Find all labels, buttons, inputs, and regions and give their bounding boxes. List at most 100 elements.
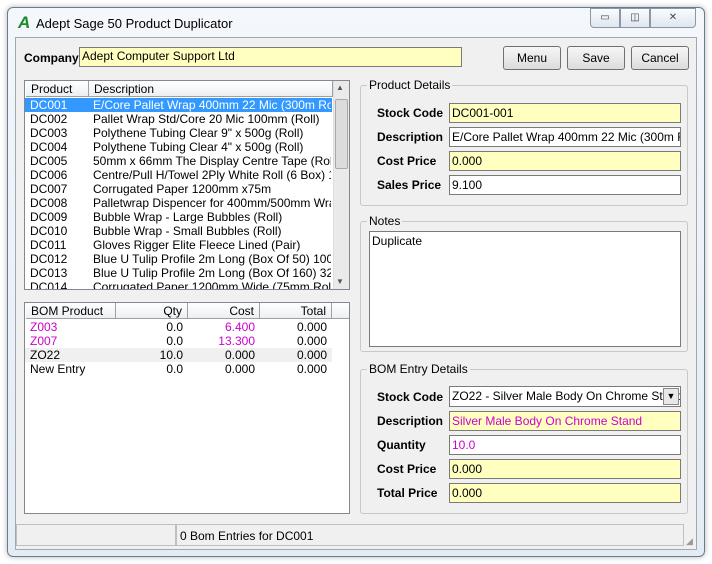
bom-list[interactable]: BOM Product Qty Cost Total Z003 0.0 6.400 0… [24, 302, 350, 514]
bom-row[interactable]: New Entry 0.0 0.000 0.000 [25, 362, 332, 376]
quantity-field[interactable]: 10.0 [449, 435, 681, 455]
minimize-button[interactable]: ▭ [590, 8, 620, 28]
column-header-product[interactable]: Product [26, 81, 89, 97]
column-header-filler [332, 303, 349, 319]
product-row[interactable]: DC005 50mm x 66mm The Display Centre Tape… [25, 154, 332, 168]
bom-cost-price-label: Cost Price [377, 462, 437, 476]
product-description: Corrugated Paper 1200mm Wide (75mm Roll)… [93, 280, 331, 290]
bom-product: Z007 [30, 334, 58, 348]
product-row[interactable]: DC011 Gloves Rigger Elite Fleece Lined (P… [25, 238, 332, 252]
sales-price-label: Sales Price [377, 178, 442, 192]
description-field[interactable]: E/Core Pallet Wrap 400mm 22 Mic (300m Ro… [449, 127, 681, 147]
bom-row[interactable]: Z007 0.0 13.300 0.000 [25, 334, 332, 348]
total-price-label: Total Price [377, 486, 438, 500]
scroll-down-icon[interactable]: ▼ [336, 277, 344, 286]
bom-cost-price-field[interactable]: 0.000 [449, 459, 681, 479]
bom-entry-title: BOM Entry Details [367, 362, 470, 376]
maximize-button[interactable]: ◫ [620, 8, 650, 28]
product-row[interactable]: DC014 Corrugated Paper 1200mm Wide (75mm … [25, 280, 332, 290]
product-code: DC007 [30, 182, 68, 196]
company-field[interactable]: Adept Computer Support Ltd [79, 47, 462, 67]
bom-stock-code-select[interactable]: ZO22 - Silver Male Body On Chrome Stand … [449, 386, 681, 407]
stock-code-field[interactable]: DC001-001 [449, 103, 681, 123]
scroll-up-icon[interactable]: ▲ [336, 83, 344, 92]
product-code: DC011 [30, 238, 67, 252]
notes-title: Notes [367, 214, 403, 228]
product-details-title: Product Details [367, 78, 453, 92]
total-price-field[interactable]: 0.000 [449, 483, 681, 503]
product-description: E/Core Pallet Wrap 400mm 22 Mic (300m Ro… [93, 98, 331, 112]
bom-product: Z003 [30, 320, 58, 334]
product-row[interactable]: DC001 E/Core Pallet Wrap 400mm 22 Mic (30… [25, 98, 332, 112]
notes-textarea[interactable]: Duplicate [369, 231, 681, 347]
product-code: DC013 [30, 266, 68, 280]
bom-entry-group: BOM Entry Details Stock Code ZO22 - Silv… [360, 362, 688, 514]
bom-cost: 0.000 [224, 348, 255, 362]
close-button[interactable]: ✕ [650, 8, 696, 28]
column-header-qty[interactable]: Qty [116, 303, 188, 319]
quantity-label: Quantity [377, 438, 426, 452]
bom-stock-code-label: Stock Code [377, 390, 444, 404]
product-row[interactable]: DC009 Bubble Wrap - Large Bubbles (Roll) [25, 210, 332, 224]
product-description: Centre/Pull H/Towel 2Ply White Roll (6 B… [93, 168, 331, 182]
product-row[interactable]: DC008 Palletwrap Dispencer for 400mm/500m… [25, 196, 332, 210]
company-label: Company [24, 51, 79, 65]
product-row[interactable]: DC003 Polythene Tubing Clear 9" x 500g (R… [25, 126, 332, 140]
description-label: Description [377, 130, 444, 144]
column-header-cost[interactable]: Cost [188, 303, 260, 319]
column-header-description[interactable]: Description [89, 81, 333, 97]
product-row[interactable]: DC004 Polythene Tubing Clear 4" x 500g (R… [25, 140, 332, 154]
product-list[interactable]: Product Description ▲ ▼ DC001 E/Core Pall… [24, 80, 350, 290]
product-row[interactable]: DC013 Blue U Tulip Profile 2m Long (Box O… [25, 266, 332, 280]
bom-stock-code-value: ZO22 - Silver Male Body On Chrome Stand [452, 389, 681, 403]
bom-row[interactable]: Z003 0.0 6.400 0.000 [25, 320, 332, 334]
scrollbar-thumb[interactable] [335, 99, 348, 169]
bom-qty: 0.0 [166, 334, 183, 348]
product-code: DC003 [30, 126, 68, 140]
product-row[interactable]: DC010 Bubble Wrap - Small Bubbles (Roll) [25, 224, 332, 238]
cost-price-field[interactable]: 0.000 [449, 151, 681, 171]
bom-product: New Entry [30, 362, 86, 376]
bom-row[interactable]: ZO22 10.0 0.000 0.000 [25, 348, 332, 362]
window-title: Adept Sage 50 Product Duplicator [36, 16, 233, 31]
bom-qty: 0.0 [166, 320, 183, 334]
cost-price-label: Cost Price [377, 154, 437, 168]
product-row[interactable]: DC002 Pallet Wrap Std/Core 20 Mic 100mm (… [25, 112, 332, 126]
column-header-bom-product[interactable]: BOM Product [26, 303, 116, 319]
product-description: Gloves Rigger Elite Fleece Lined (Pair) [93, 238, 301, 252]
bom-total: 0.000 [296, 348, 327, 362]
column-header-total[interactable]: Total [260, 303, 332, 319]
product-description: Polythene Tubing Clear 4" x 500g (Roll) [93, 140, 304, 154]
product-description: Pallet Wrap Std/Core 20 Mic 100mm (Roll) [93, 112, 320, 126]
product-code: DC002 [30, 112, 68, 126]
product-code: DC012 [30, 252, 68, 266]
product-code: DC004 [30, 140, 68, 154]
product-row[interactable]: DC006 Centre/Pull H/Towel 2Ply White Roll… [25, 168, 332, 182]
product-list-scrollbar[interactable]: ▲ ▼ [333, 81, 349, 289]
chevron-down-icon[interactable]: ▼ [663, 388, 679, 405]
bom-qty: 0.0 [166, 362, 183, 376]
resize-grip-icon[interactable]: ◢ [686, 536, 693, 547]
bom-cost: 6.400 [224, 320, 255, 334]
sales-price-field[interactable]: 9.100 [449, 175, 681, 195]
bom-product: ZO22 [30, 348, 61, 362]
product-description: Corrugated Paper 1200mm x75m [93, 182, 272, 196]
menu-button[interactable]: Menu [503, 46, 561, 70]
bom-cost: 0.000 [224, 362, 255, 376]
bom-total: 0.000 [296, 334, 327, 348]
product-description: Blue U Tulip Profile 2m Long (Box Of 50)… [93, 252, 331, 266]
product-row[interactable]: DC012 Blue U Tulip Profile 2m Long (Box O… [25, 252, 332, 266]
cancel-button[interactable]: Cancel [631, 46, 689, 70]
product-row[interactable]: DC007 Corrugated Paper 1200mm x75m [25, 182, 332, 196]
product-code: DC010 [30, 224, 68, 238]
app-logo-icon: A [18, 13, 31, 32]
stock-code-label: Stock Code [377, 106, 444, 120]
status-panel-left [16, 524, 176, 546]
bom-description-field[interactable]: Silver Male Body On Chrome Stand [449, 411, 681, 431]
product-code: DC009 [30, 210, 68, 224]
bom-total: 0.000 [296, 320, 327, 334]
product-code: DC005 [30, 154, 68, 168]
product-description: Blue U Tulip Profile 2m Long (Box Of 160… [93, 266, 331, 280]
bom-qty: 10.0 [159, 348, 183, 362]
save-button[interactable]: Save [567, 46, 625, 70]
